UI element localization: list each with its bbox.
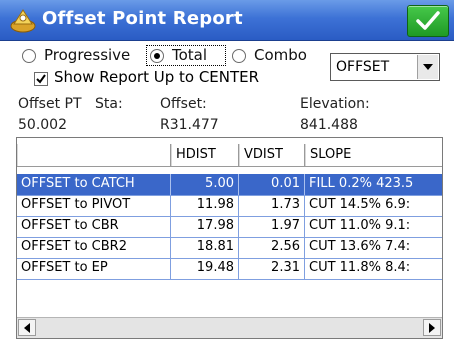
row-slope-cell: CUT 11.0% 9.1:	[309, 218, 411, 233]
report-type-dropdown[interactable]: OFFSET	[330, 53, 440, 81]
row-hdist-cell: 11.98	[171, 195, 239, 216]
title-bar: Offset Point Report	[0, 0, 454, 41]
checkmark-icon	[416, 11, 440, 30]
offset-point-report-window: Offset Point Report Progressive Total Co…	[0, 0, 454, 349]
offset-report-grid[interactable]: HDIST VDIST SLOPE OFFSET to CATCH 5.00 0…	[16, 137, 443, 339]
offset-value: R31.477	[160, 117, 219, 133]
row-vdist-cell: 2.31	[239, 258, 305, 279]
radio-progressive-label: Progressive	[44, 46, 131, 64]
table-row[interactable]: OFFSET to CBR 17.98 1.97 CUT 11.0% 9.1:	[17, 216, 442, 238]
table-row[interactable]: OFFSET to EP 19.48 2.31 CUT 11.8% 8.4:	[17, 258, 442, 280]
row-vdist-cell: 1.97	[239, 216, 305, 237]
table-row[interactable]: OFFSET to CATCH 5.00 0.01 FILL 0.2% 423.…	[17, 174, 442, 196]
row-slope-cell: FILL 0.2% 423.5	[309, 176, 414, 191]
show-up-to-center-checkbox[interactable]	[34, 72, 48, 86]
row-hdist-cell: 17.98	[171, 216, 239, 237]
survey-app-icon	[8, 6, 38, 34]
elevation-label: Elevation:	[300, 96, 370, 112]
radio-progressive[interactable]: Progressive	[22, 46, 142, 68]
scroll-right-button[interactable]	[423, 319, 441, 336]
table-row[interactable]: OFFSET to PIVOT 11.98 1.73 CUT 14.5% 6.9…	[17, 195, 442, 217]
row-hdist-cell: 18.81	[171, 237, 239, 258]
column-header-hdist[interactable]: HDIST	[171, 144, 239, 166]
sta-value: 50.002	[18, 117, 67, 133]
report-type-value: OFFSET	[336, 59, 390, 75]
chevron-right-icon	[429, 323, 435, 333]
sta-label: Sta:	[95, 96, 123, 112]
radio-total-label: Total	[172, 46, 208, 64]
offset-pt-label: Offset PT	[18, 96, 82, 112]
checkmark-icon	[36, 74, 46, 84]
row-vdist-cell: 1.73	[239, 195, 305, 216]
row-hdist-cell: 19.48	[171, 258, 239, 279]
grid-header: HDIST VDIST SLOPE	[17, 144, 442, 167]
radio-combo[interactable]: Combo	[232, 46, 316, 68]
column-header-slope[interactable]: SLOPE	[305, 144, 442, 166]
show-up-to-center-label: Show Report Up to CENTER	[54, 68, 260, 86]
row-vdist-cell: 0.01	[239, 174, 305, 195]
dropdown-arrow-button[interactable]	[417, 55, 438, 79]
row-slope-cell: CUT 14.5% 6.9:	[309, 197, 411, 212]
horizontal-scrollbar[interactable]	[17, 317, 442, 338]
column-header-vdist[interactable]: VDIST	[239, 144, 305, 166]
column-header-name[interactable]	[17, 144, 171, 166]
row-slope-cell: CUT 13.6% 7.4:	[309, 239, 411, 254]
row-name-cell: OFFSET to CATCH	[17, 174, 171, 195]
row-hdist-cell: 5.00	[171, 174, 239, 195]
radio-total[interactable]: Total	[150, 46, 224, 68]
scroll-left-button[interactable]	[18, 319, 36, 336]
radio-total-indicator[interactable]	[150, 49, 164, 63]
row-slope-cell: CUT 11.8% 8.4:	[309, 260, 411, 275]
row-vdist-cell: 2.56	[239, 237, 305, 258]
elevation-value: 841.488	[300, 117, 358, 133]
ok-button[interactable]	[407, 5, 449, 37]
table-row[interactable]: OFFSET to CBR2 18.81 2.56 CUT 13.6% 7.4:	[17, 237, 442, 259]
offset-label: Offset:	[160, 96, 207, 112]
chevron-down-icon	[423, 64, 433, 70]
window-title: Offset Point Report	[42, 8, 243, 29]
row-name-cell: OFFSET to PIVOT	[17, 195, 171, 216]
radio-progressive-indicator[interactable]	[22, 49, 36, 63]
chevron-left-icon	[24, 323, 30, 333]
row-name-cell: OFFSET to CBR2	[17, 237, 171, 258]
radio-combo-indicator[interactable]	[232, 49, 246, 63]
row-name-cell: OFFSET to CBR	[17, 216, 171, 237]
radio-combo-label: Combo	[254, 46, 307, 64]
row-name-cell: OFFSET to EP	[17, 258, 171, 279]
